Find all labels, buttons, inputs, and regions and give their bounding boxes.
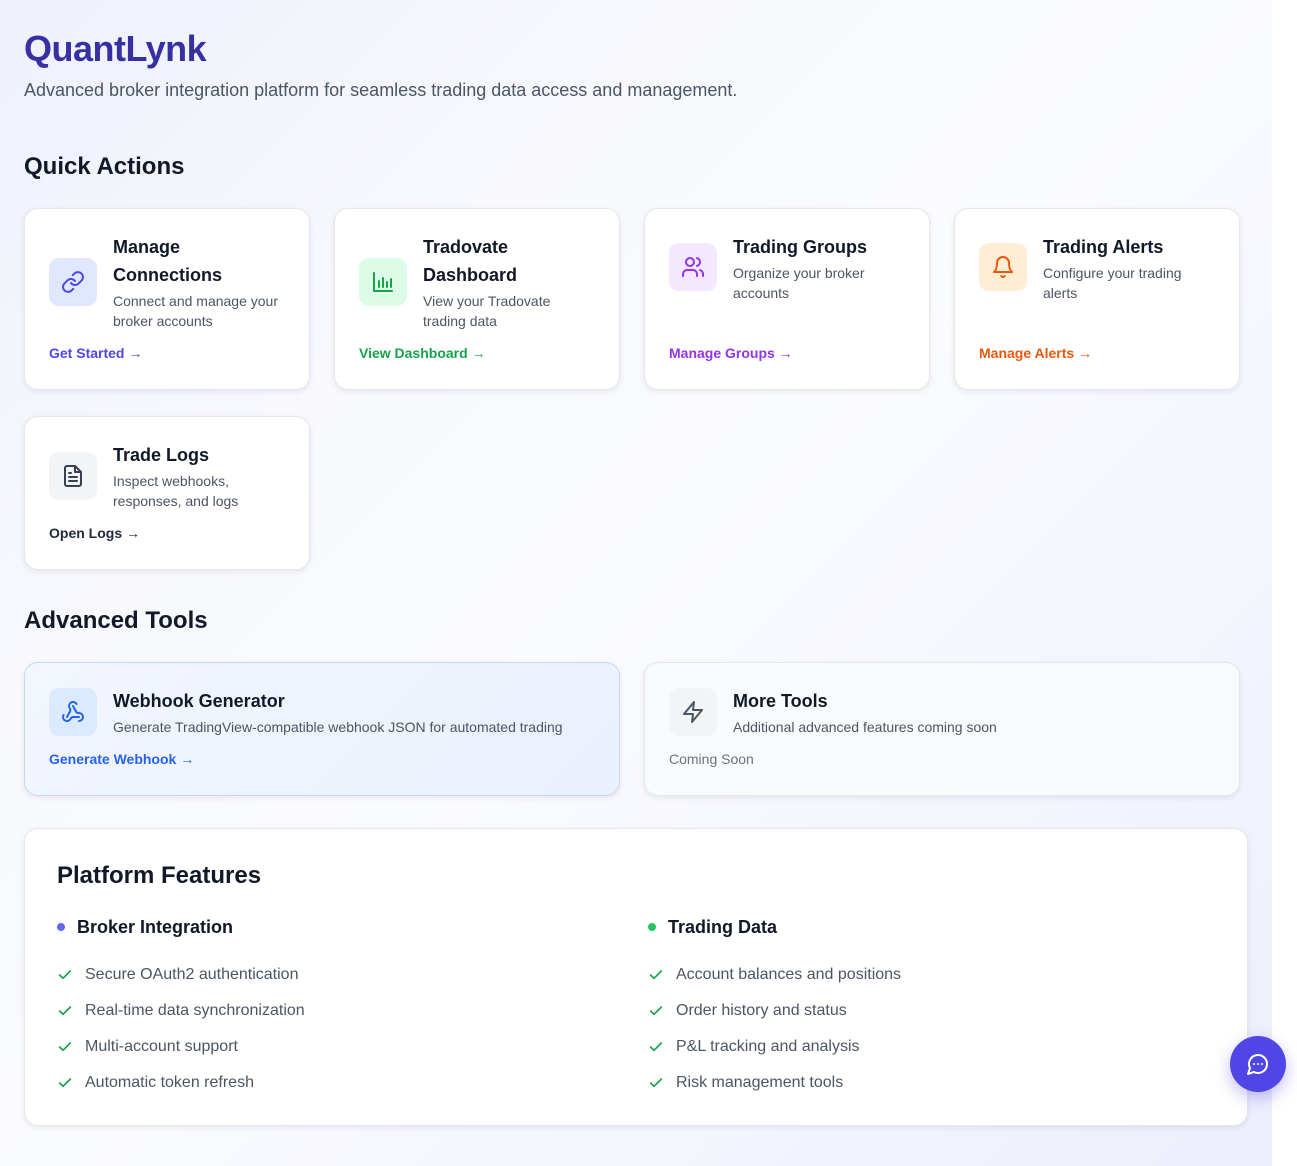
card-trading-groups[interactable]: Trading Groups Organize your broker acco…: [644, 208, 930, 390]
feature-item: Account balances and positions: [676, 966, 902, 983]
card-title: Trading Alerts: [1043, 237, 1164, 257]
card-description: View your Tradovate trading data: [423, 293, 551, 329]
chat-button[interactable]: [1230, 1036, 1286, 1092]
bullet-dot-icon: [648, 923, 656, 931]
scrollbar-track[interactable]: [1272, 0, 1297, 1166]
feature-heading: Trading Data: [668, 917, 778, 937]
card-description: Inspect webhooks, responses, and logs: [113, 473, 239, 509]
file-text-icon: [49, 452, 97, 500]
advanced-tools-grid: Webhook Generator Generate TradingView-c…: [24, 662, 1248, 796]
dashboard-page: QuantLynk Advanced broker integration pl…: [0, 0, 1272, 1166]
feature-item: Order history and status: [676, 1002, 847, 1019]
card-manage-connections[interactable]: Manage Connections Connect and manage yo…: [24, 208, 310, 390]
get-started-link[interactable]: Get Started →: [49, 345, 142, 361]
card-title: Trade Logs: [113, 445, 210, 465]
view-dashboard-link[interactable]: View Dashboard →: [359, 345, 486, 361]
check-icon: [649, 1078, 663, 1088]
platform-features-title: Platform Features: [57, 862, 262, 889]
card-description: Organize your broker accounts: [733, 265, 865, 301]
link-icon: [49, 258, 97, 306]
card-title: Webhook Generator: [113, 691, 285, 711]
webhook-icon: [49, 688, 97, 736]
chat-bubble-icon: [1247, 1054, 1268, 1075]
card-description: Generate TradingView-compatible webhook …: [113, 719, 563, 735]
card-more-tools: More Tools Additional advanced features …: [644, 662, 1240, 796]
list-item: Risk management tools: [648, 1065, 1208, 1101]
coming-soon-label: Coming Soon: [669, 751, 754, 767]
bar-chart-icon: [359, 258, 407, 306]
brand-title: QuantLynk: [24, 28, 207, 69]
feature-column-trading-data: Trading Data Account balances and positi…: [648, 915, 1208, 1101]
quick-actions-title: Quick Actions: [24, 153, 185, 180]
card-title: Tradovate Dashboard: [423, 237, 518, 285]
feature-heading: Broker Integration: [77, 917, 234, 937]
card-webhook-generator[interactable]: Webhook Generator Generate TradingView-c…: [24, 662, 620, 796]
feature-item: Real-time data synchronization: [85, 1002, 305, 1019]
check-icon: [649, 1042, 663, 1052]
zap-icon: [669, 688, 717, 736]
feature-column-broker-integration: Broker Integration Secure OAuth2 authent…: [57, 915, 648, 1101]
bullet-dot-icon: [57, 923, 65, 931]
card-trade-logs[interactable]: Trade Logs Inspect webhooks, responses, …: [24, 416, 310, 570]
card-title: More Tools: [733, 691, 828, 711]
card-description: Connect and manage your broker accounts: [113, 293, 278, 329]
list-item: Order history and status: [648, 993, 1208, 1029]
advanced-tools-title: Advanced Tools: [24, 607, 208, 634]
users-icon: [669, 243, 717, 291]
list-item: P&L tracking and analysis: [648, 1029, 1208, 1065]
open-logs-link[interactable]: Open Logs →: [49, 525, 140, 541]
feature-item: Risk management tools: [676, 1074, 844, 1091]
card-description: Additional advanced features coming soon: [733, 719, 997, 735]
generate-webhook-link[interactable]: Generate Webhook →: [49, 751, 194, 767]
check-icon: [649, 1006, 663, 1016]
card-title: Manage Connections: [113, 237, 223, 285]
card-tradovate-dashboard[interactable]: Tradovate Dashboard View your Tradovate …: [334, 208, 620, 390]
manage-groups-link[interactable]: Manage Groups →: [669, 345, 793, 361]
check-icon: [58, 1078, 72, 1088]
list-item: Multi-account support: [57, 1029, 648, 1065]
check-icon: [58, 1042, 72, 1052]
feature-item: Secure OAuth2 authentication: [85, 966, 299, 983]
feature-item: P&L tracking and analysis: [676, 1038, 860, 1055]
card-title: Trading Groups: [733, 237, 868, 257]
bell-icon: [979, 243, 1027, 291]
card-trading-alerts[interactable]: Trading Alerts Configure your trading al…: [954, 208, 1240, 390]
feature-item: Multi-account support: [85, 1038, 238, 1055]
list-item: Secure OAuth2 authentication: [57, 957, 648, 993]
list-item: Automatic token refresh: [57, 1065, 648, 1101]
brand-tagline: Advanced broker integration platform for…: [24, 80, 738, 100]
card-description: Configure your trading alerts: [1043, 265, 1182, 301]
manage-alerts-link[interactable]: Manage Alerts →: [979, 345, 1092, 361]
list-item: Account balances and positions: [648, 957, 1208, 993]
quick-actions-grid: Manage Connections Connect and manage yo…: [24, 208, 1248, 570]
check-icon: [649, 970, 663, 980]
check-icon: [58, 1006, 72, 1016]
feature-item: Automatic token refresh: [85, 1074, 254, 1091]
platform-features-panel: Platform Features Broker Integration Sec…: [24, 828, 1248, 1126]
check-icon: [58, 970, 72, 980]
list-item: Real-time data synchronization: [57, 993, 648, 1029]
